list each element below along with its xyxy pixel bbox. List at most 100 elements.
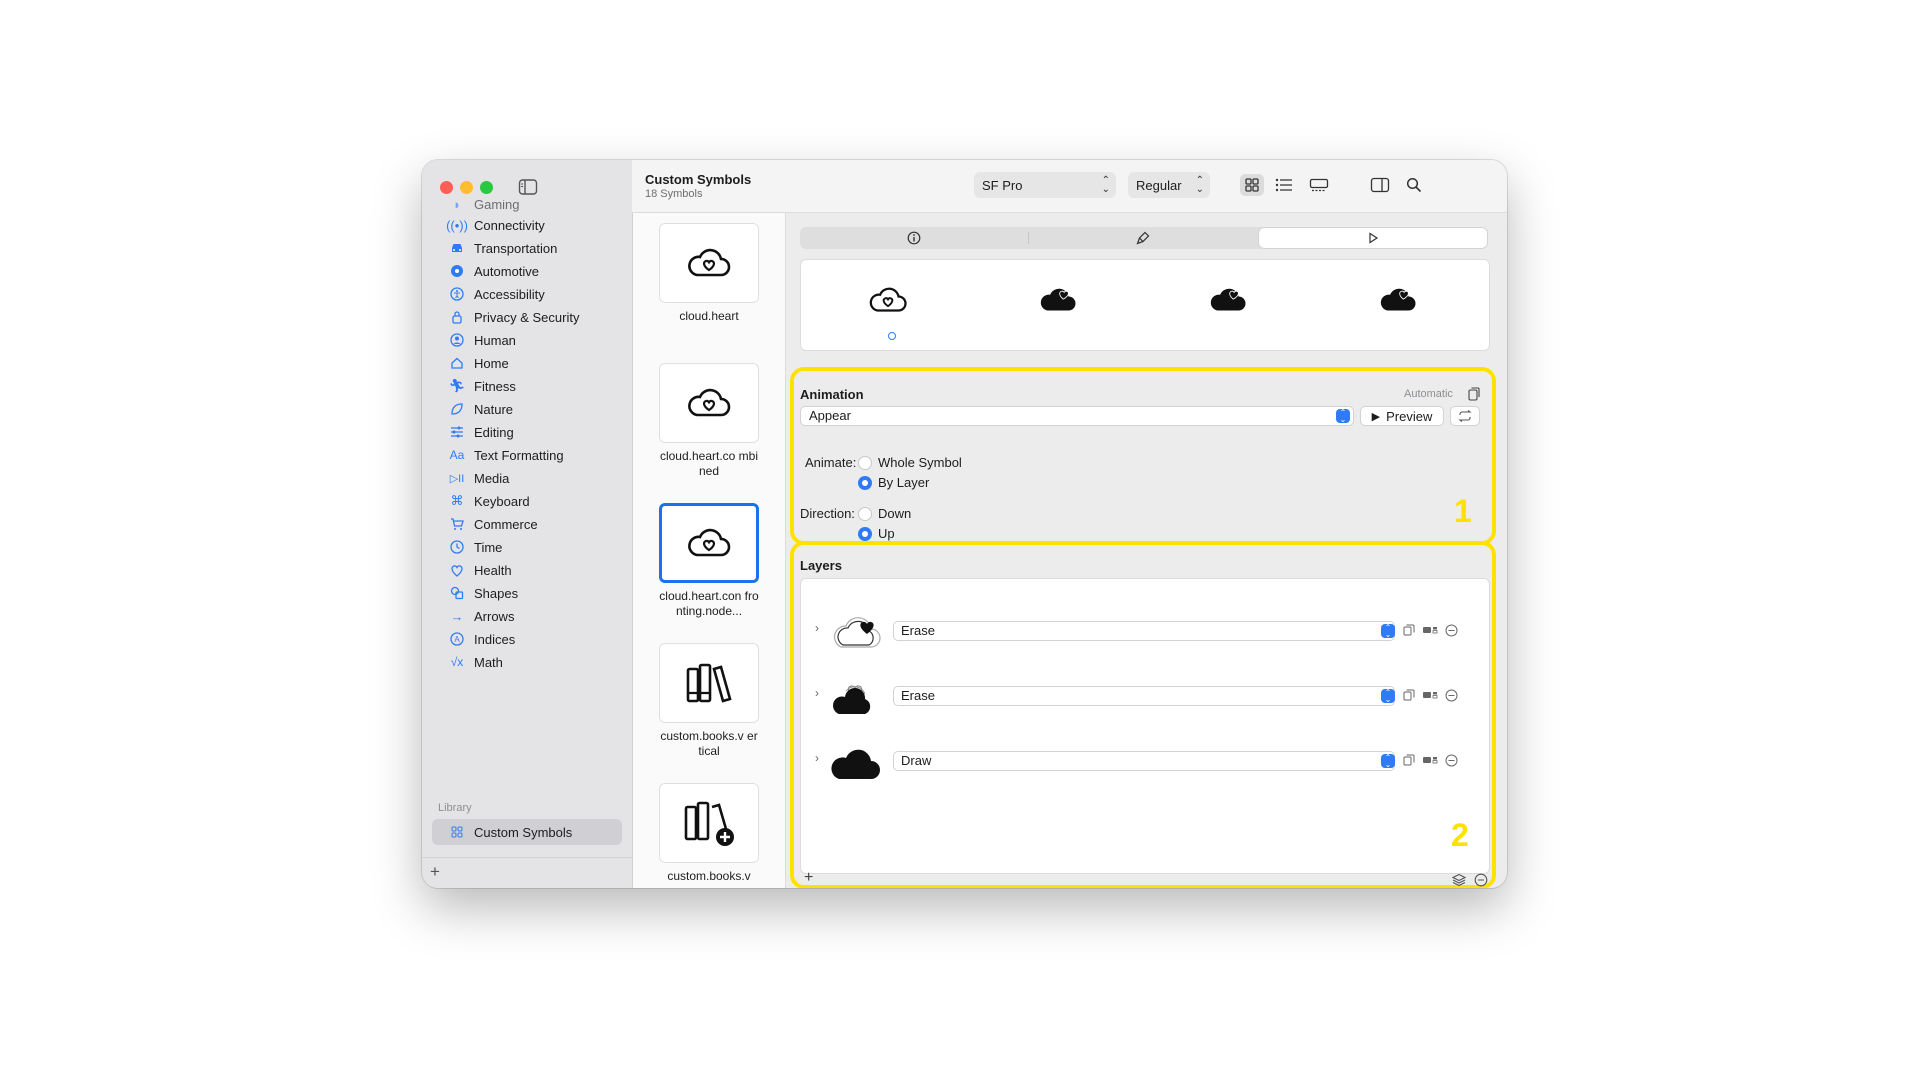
cloud-heart-outline-icon[interactable] — [867, 280, 909, 320]
disclosure-chevron-icon[interactable]: › — [815, 751, 819, 765]
clock-icon — [448, 538, 466, 556]
tab-info[interactable] — [800, 227, 1028, 249]
minimize-window-button[interactable] — [460, 181, 473, 194]
sidebar-item-custom-symbols[interactable]: Custom Symbols — [432, 819, 622, 845]
antenna-icon: ((•)) — [446, 217, 468, 233]
sidebar-item-label: Transportation — [474, 240, 558, 256]
symbol-name: cloud.heart.co mbined — [659, 449, 759, 478]
remove-layer-icon[interactable] — [1443, 687, 1459, 703]
inspector-toggle-icon[interactable] — [1368, 174, 1392, 196]
radio-down[interactable] — [858, 507, 872, 521]
cloud-heart-fill-icon[interactable] — [1377, 280, 1419, 320]
cloud-heart-fill-icon[interactable] — [1037, 280, 1079, 320]
library-section-header: Library — [438, 802, 472, 814]
gallery-view-icon[interactable] — [1306, 174, 1332, 196]
sidebar-item-label: Connectivity — [474, 217, 545, 233]
car-icon — [448, 239, 466, 257]
remove-layer-icon[interactable] — [1443, 622, 1459, 638]
play-pause-icon: ▷II — [449, 472, 465, 485]
duplicate-icon[interactable] — [1401, 752, 1417, 768]
symbol-name: custom.books.v — [667, 869, 751, 883]
tab-animation[interactable] — [1258, 228, 1487, 248]
symbol-card[interactable]: custom.books.v — [659, 783, 759, 884]
layer-options-icon[interactable] — [1421, 752, 1439, 768]
effect-popup[interactable]: Appear — [800, 406, 1354, 426]
layer-row[interactable]: › Erase ⌃ ⌄ — [801, 605, 1489, 655]
duplicate-icon[interactable] — [1401, 622, 1417, 638]
disclosure-chevron-icon[interactable]: › — [815, 621, 819, 635]
weight-popup[interactable]: Regular ⌃ ⌄ — [1128, 172, 1210, 198]
remove-circle-icon[interactable] — [1474, 873, 1488, 887]
sidebar-item-label: Fitness — [474, 378, 516, 394]
accessibility-icon — [448, 285, 466, 303]
app-window: ◗ Gaming ((•)) Connectivity Transportati… — [422, 160, 1507, 888]
copy-icon[interactable] — [1468, 387, 1480, 401]
symbol-card-selected[interactable]: cloud.heart.con fronting.node... — [659, 503, 759, 619]
layers-stack-icon[interactable] — [1452, 873, 1466, 887]
sidebar-item-label: Editing — [474, 424, 514, 440]
sidebar-item-label: Nature — [474, 401, 514, 417]
sidebar-footer: + — [422, 857, 632, 888]
animation-section-title: Animation — [800, 387, 864, 402]
zoom-window-button[interactable] — [480, 181, 493, 194]
symbol-thumbnail — [659, 503, 759, 583]
sidebar-item-math[interactable]: √x Math — [432, 649, 622, 675]
font-popup[interactable]: SF Pro ⌃ ⌄ — [974, 172, 1116, 198]
toolbar: Custom Symbols 18 Symbols SF Pro ⌃ ⌄ Regu… — [632, 160, 1507, 213]
preview-button[interactable]: ▶ Preview — [1360, 406, 1444, 426]
chevron-up-down-icon: ⌃ ⌄ — [1101, 175, 1110, 195]
sidebar-item-label: Gaming — [474, 200, 520, 212]
sidebar-item-label: Arrows — [474, 608, 515, 624]
remove-layer-icon[interactable] — [1443, 752, 1459, 768]
list-view-icon[interactable] — [1272, 174, 1296, 196]
sidebar-toggle-icon[interactable] — [518, 178, 538, 196]
a-circle-icon: A — [448, 630, 466, 648]
symbol-card[interactable]: custom.books.v ertical — [659, 643, 759, 759]
symbol-name: custom.books.v ertical — [660, 729, 758, 758]
radio-whole-symbol[interactable] — [858, 456, 872, 470]
chevron-up-down-icon[interactable]: ⌃ ⌄ — [1336, 409, 1350, 424]
chevron-up-down-icon[interactable]: ⌃ ⌄ — [1381, 624, 1395, 639]
paintbrush-icon — [1136, 231, 1150, 245]
duplicate-icon[interactable] — [1401, 687, 1417, 703]
add-layer-button[interactable]: + — [804, 869, 813, 887]
lock-icon — [448, 308, 466, 326]
sidebar-item-label: Custom Symbols — [474, 824, 573, 840]
symbol-thumbnail — [659, 643, 759, 723]
layer-action-popup[interactable]: Erase — [893, 686, 1395, 706]
sidebar-item-label: Commerce — [474, 516, 538, 532]
search-icon[interactable] — [1402, 174, 1426, 196]
symbol-thumbnail — [659, 363, 759, 443]
play-icon — [1369, 232, 1378, 244]
layer-options-icon[interactable] — [1421, 622, 1439, 638]
chevron-up-down-icon[interactable]: ⌃ ⌄ — [1381, 754, 1395, 769]
chevron-up-down-icon[interactable]: ⌃ ⌄ — [1381, 689, 1395, 704]
layer-action-popup[interactable]: Erase — [893, 621, 1395, 641]
grid-view-icon[interactable] — [1240, 174, 1264, 196]
disclosure-chevron-icon[interactable]: › — [815, 686, 819, 700]
layer-row[interactable]: › Draw ⌃ ⌄ — [801, 735, 1489, 785]
tab-render[interactable] — [1029, 227, 1257, 249]
close-window-button[interactable] — [440, 181, 453, 194]
symbol-card[interactable]: cloud.heart — [659, 223, 759, 324]
radio-up[interactable] — [858, 527, 872, 541]
repeat-icon — [1458, 410, 1472, 422]
symbol-card[interactable]: cloud.heart.co mbined — [659, 363, 759, 479]
weight-popup-value: Regular — [1136, 177, 1182, 193]
font-popup-value: SF Pro — [982, 177, 1023, 193]
figure-run-icon: 🏃︎ — [448, 378, 466, 393]
radio-by-layer[interactable] — [858, 476, 872, 490]
add-library-button[interactable]: + — [430, 862, 440, 882]
layer-action-popup[interactable]: Draw — [893, 751, 1395, 771]
layer-options-icon[interactable] — [1421, 687, 1439, 703]
sliders-icon — [448, 423, 466, 441]
sidebar-item-label: Indices — [474, 631, 516, 647]
layer-row[interactable]: › Erase ⌃ ⌄ — [801, 670, 1489, 720]
cloud-heart-icon — [688, 388, 731, 417]
direction-label: Direction: — [800, 506, 855, 521]
sidebar-item-label: Health — [474, 562, 512, 578]
symbol-preview-strip — [800, 259, 1490, 351]
callout-number-1: 1 — [1454, 493, 1472, 529]
repeat-button[interactable] — [1450, 406, 1480, 426]
cloud-heart-fill-icon[interactable] — [1207, 280, 1249, 320]
